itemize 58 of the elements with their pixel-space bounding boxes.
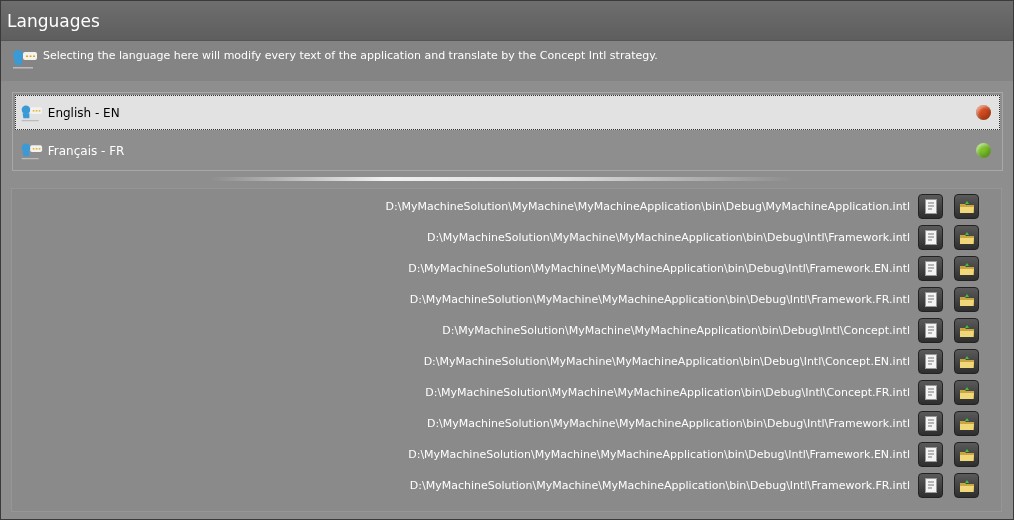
- document-button[interactable]: [918, 256, 943, 281]
- language-label: English - EN: [47, 105, 121, 120]
- speaker-bubble-icon: [20, 141, 44, 160]
- document-button[interactable]: [918, 380, 943, 405]
- folder-icon: [958, 230, 975, 245]
- folder-icon: [958, 385, 975, 400]
- document-button[interactable]: [918, 287, 943, 312]
- open-folder-button[interactable]: [954, 194, 979, 219]
- folder-icon: [958, 292, 975, 307]
- folder-icon: [958, 261, 975, 276]
- folder-icon: [958, 478, 975, 493]
- file-path: D:\MyMachineSolution\MyMachine\MyMachineApplication\bin\Debug\Intl\Framework.FR.intl: [409, 479, 910, 492]
- document-icon: [924, 230, 937, 245]
- document-button[interactable]: [918, 318, 943, 343]
- open-folder-button[interactable]: [954, 411, 979, 436]
- document-button[interactable]: [918, 411, 943, 436]
- open-folder-button[interactable]: [954, 473, 979, 498]
- folder-icon: [958, 416, 975, 431]
- document-icon: [924, 354, 937, 369]
- document-icon: [924, 261, 937, 276]
- file-path: D:\MyMachineSolution\MyMachine\MyMachineApplication\bin\Debug\Intl\Framework.FR.intl: [409, 293, 910, 306]
- file-path: D:\MyMachineSolution\MyMachine\MyMachineApplication\bin\Debug\Intl\Framework.EN.intl: [408, 448, 910, 461]
- file-path: D:\MyMachineSolution\MyMachine\MyMachineApplication\bin\Debug\Intl\Concept.intl: [442, 324, 910, 337]
- file-path: D:\MyMachineSolution\MyMachine\MyMachineApplication\bin\Debug\Intl\Framework.intl: [426, 417, 910, 430]
- open-folder-button[interactable]: [954, 287, 979, 312]
- open-folder-button[interactable]: [954, 442, 979, 467]
- document-button[interactable]: [918, 349, 943, 374]
- document-icon: [924, 416, 937, 431]
- folder-icon: [958, 447, 975, 462]
- document-icon: [924, 478, 937, 493]
- window-title: Languages: [7, 10, 100, 31]
- file-path: D:\MyMachineSolution\MyMachine\MyMachineApplication\bin\Debug\Intl\Framework.intl: [426, 231, 910, 244]
- language-label: Français - FR: [47, 143, 126, 158]
- open-folder-button[interactable]: [954, 225, 979, 250]
- speaker-bubble-icon: [11, 47, 39, 69]
- file-path: D:\MyMachineSolution\MyMachine\MyMachineApplication\bin\Debug\MyMachineApplication.intl: [385, 200, 910, 213]
- open-folder-button[interactable]: [954, 349, 979, 374]
- folder-icon: [958, 323, 975, 338]
- folder-icon: [958, 199, 975, 214]
- document-icon: [924, 447, 937, 462]
- document-icon: [924, 323, 937, 338]
- document-icon: [924, 292, 937, 307]
- file-path: D:\MyMachineSolution\MyMachine\MyMachineApplication\bin\Debug\Intl\Framework.EN.intl: [408, 262, 910, 275]
- description-text: Selecting the language here will modify every text of the application and translate by the Concept Intl strategy.: [43, 49, 658, 62]
- document-button[interactable]: [918, 225, 943, 250]
- file-path: D:\MyMachineSolution\MyMachine\MyMachineApplication\bin\Debug\Intl\Concept.EN.intl: [423, 355, 910, 368]
- language-item[interactable]: English - EN: [15, 95, 1000, 130]
- document-button[interactable]: [918, 194, 943, 219]
- folder-icon: [958, 354, 975, 369]
- speaker-bubble-icon: [20, 103, 44, 122]
- document-icon: [924, 385, 937, 400]
- document-button[interactable]: [918, 442, 943, 467]
- document-button[interactable]: [918, 473, 943, 498]
- open-folder-button[interactable]: [954, 256, 979, 281]
- open-folder-button[interactable]: [954, 318, 979, 343]
- file-path: D:\MyMachineSolution\MyMachine\MyMachineApplication\bin\Debug\Intl\Concept.FR.intl: [425, 386, 910, 399]
- open-folder-button[interactable]: [954, 380, 979, 405]
- document-icon: [924, 199, 937, 214]
